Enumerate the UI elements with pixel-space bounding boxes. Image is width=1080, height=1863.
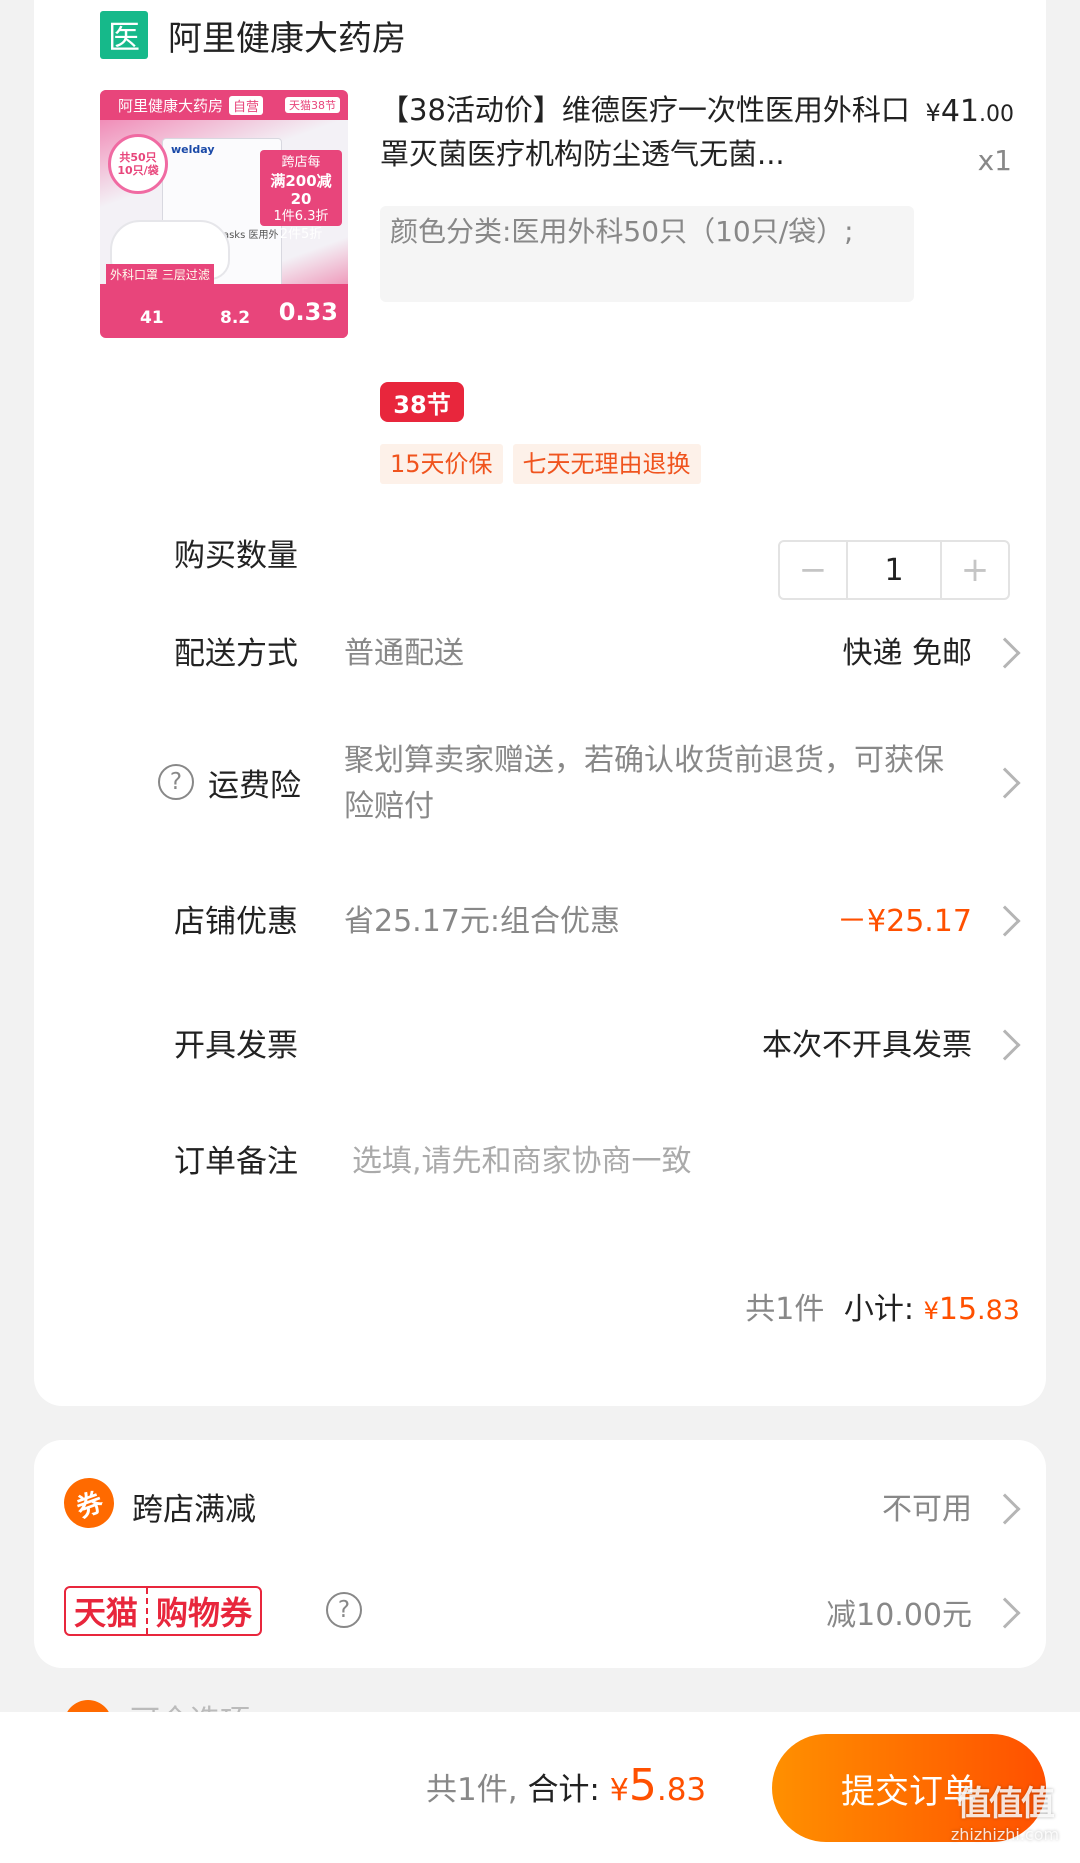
festival-38-badge: 38节	[380, 382, 464, 422]
shipping-insurance-desc: 聚划算卖家赠送，若确认收货前退货，可获保险赔付	[344, 743, 944, 824]
quantity-stepper[interactable]: − 1 +	[778, 540, 1010, 600]
product-image-tmall-label: 天猫38节	[285, 97, 340, 113]
order-note-row: 订单备注 选填,请先和商家协商一致	[34, 1136, 1046, 1196]
watermark-url: zhizhizhi.com	[950, 1825, 1060, 1844]
subtotal-dec: .83	[977, 1295, 1020, 1326]
invoice-label: 开具发票	[174, 1028, 298, 1064]
subtotal-label: 小计:	[843, 1292, 915, 1327]
product-qty: x1	[977, 144, 1012, 177]
service-tags: 15天价保 七天无理由退换	[380, 444, 701, 484]
watermark: 值值值 zhizhizhi.com	[930, 1776, 1080, 1844]
total-label: 合计:	[527, 1772, 600, 1808]
shop-discount-sub: 省25.17元:组合优惠	[344, 904, 620, 939]
price-dec: .00	[979, 102, 1014, 127]
quantity-label: 购买数量	[174, 538, 298, 574]
package-count-circle: 共50只 10只/袋	[108, 134, 168, 194]
promo-line-4: 2件5折	[279, 227, 323, 242]
promo-box: 跨店每 满200减20 1件6.3折 2件5折	[260, 150, 342, 242]
price-symbol: ¥	[925, 99, 941, 127]
total-int: 5	[628, 1760, 657, 1811]
cross-store-row[interactable]: 券 跨店满减 不可用	[34, 1470, 1046, 1536]
product-image-bottom-tag: 外科口罩 三层过滤	[106, 264, 214, 285]
invoice-value: 本次不开具发票	[762, 1028, 972, 1063]
product-image[interactable]: 阿里健康大药房 自营 天猫38节 welday Surgical Masks 医…	[100, 90, 348, 338]
total-count: 共1件,	[426, 1772, 518, 1808]
store-name[interactable]: 阿里健康大药房	[168, 11, 406, 60]
shop-discount-row[interactable]: 店铺优惠 省25.17元:组合优惠 －¥25.17	[34, 896, 1046, 956]
chevron-right-icon	[989, 905, 1021, 937]
invoice-row[interactable]: 开具发票 本次不开具发票	[34, 1020, 1046, 1080]
total-dec: .83	[656, 1772, 707, 1808]
tmall-coupon-right: 购物券	[156, 1594, 253, 1632]
bottom-bar: 共1件, 合计: ¥5.83 提交订单	[0, 1712, 1080, 1863]
chevron-right-icon	[989, 637, 1021, 669]
tmall-coupon-logo: 天猫 购物券	[64, 1586, 263, 1636]
product-price: ¥41.00	[926, 94, 1014, 129]
delivery-label: 配送方式	[174, 636, 298, 672]
subtotal-int: 15	[938, 1292, 978, 1327]
product-image-bottom: 外科口罩 三层过滤 41 8.2 0.33	[100, 264, 348, 338]
chevron-right-icon	[989, 1493, 1021, 1525]
tmall-coupon-value[interactable]: 减10.00元	[826, 1590, 972, 1634]
promo-line-3: 1件6.3折	[273, 209, 329, 224]
service-tag-return[interactable]: 七天无理由退换	[512, 444, 701, 484]
total-symbol: ¥	[609, 1773, 629, 1808]
increment-button[interactable]: +	[942, 542, 1008, 598]
quantity-value[interactable]: 1	[846, 542, 942, 598]
cross-store-discount-icon: 券	[56, 1470, 122, 1536]
store-header[interactable]: 医 阿里健康大药房	[100, 0, 406, 70]
product-image-store: 阿里健康大药房	[118, 96, 224, 115]
cross-store-label: 跨店满减	[132, 1492, 256, 1528]
promo-line-1: 跨店每	[281, 155, 321, 170]
coupon-card: 券 跨店满减 不可用 天猫 购物券 ? 减10.00元	[34, 1440, 1046, 1668]
product-sku[interactable]: 颜色分类:医用外科50只（10只/袋）;	[380, 206, 914, 302]
price-int: 41	[940, 94, 979, 129]
pharmacy-badge-icon: 医	[100, 11, 148, 59]
chevron-right-icon	[989, 1029, 1021, 1061]
subtotal-price: ¥15.83	[924, 1292, 1020, 1327]
product-image-self-label: 自营	[229, 95, 264, 115]
subtotal-symbol: ¥	[923, 1297, 939, 1325]
product-image-banner: 阿里健康大药房 自营 天猫38节	[100, 90, 348, 120]
shipping-insurance-label: 运费险	[208, 768, 301, 804]
tmall-coupon-left: 天猫	[74, 1594, 139, 1632]
subtotal: 共1件 小计: ¥15.83	[745, 1284, 1020, 1328]
chevron-right-icon	[989, 1597, 1021, 1629]
package-brand: welday	[171, 143, 215, 156]
cross-store-value: 不可用	[882, 1492, 972, 1527]
delivery-sub: 普通配送	[344, 636, 464, 671]
watermark-logo: 值值值	[957, 1784, 1055, 1824]
service-tag-price-protect[interactable]: 15天价保	[380, 444, 503, 484]
decrement-button[interactable]: −	[780, 542, 846, 598]
product-image-price-2: 8.2	[220, 308, 251, 328]
order-note-label: 订单备注	[174, 1144, 298, 1180]
shop-discount-value: －¥25.17	[837, 904, 972, 939]
chevron-right-icon	[989, 767, 1021, 799]
product-image-price-1: 41	[140, 308, 164, 328]
shop-discount-label: 店铺优惠	[174, 904, 298, 940]
order-note-input[interactable]: 选填,请先和商家协商一致	[352, 1136, 692, 1180]
subtotal-count: 共1件	[745, 1292, 825, 1327]
promo-line-2: 满200减20	[270, 172, 332, 208]
help-icon[interactable]: ?	[158, 764, 194, 800]
product-title[interactable]: 【38活动价】维德医疗一次性医用外科口罩灭菌医疗机构防尘透气无菌...	[380, 88, 920, 176]
help-icon[interactable]: ?	[326, 1592, 362, 1628]
delivery-value: 快递 免邮	[842, 636, 972, 671]
total-price: ¥5.83	[609, 1760, 707, 1811]
product-image-price-3: 0.33	[278, 298, 338, 326]
delivery-row[interactable]: 配送方式 普通配送 快递 免邮	[34, 628, 1046, 708]
shipping-insurance-row[interactable]: ? 运费险 聚划算卖家赠送，若确认收货前退货，可获保险赔付	[34, 730, 1046, 830]
order-total: 共1件, 合计: ¥5.83	[426, 1760, 706, 1811]
order-card: 医 阿里健康大药房 阿里健康大药房 自营 天猫38节 welday Surgic…	[34, 0, 1046, 1406]
